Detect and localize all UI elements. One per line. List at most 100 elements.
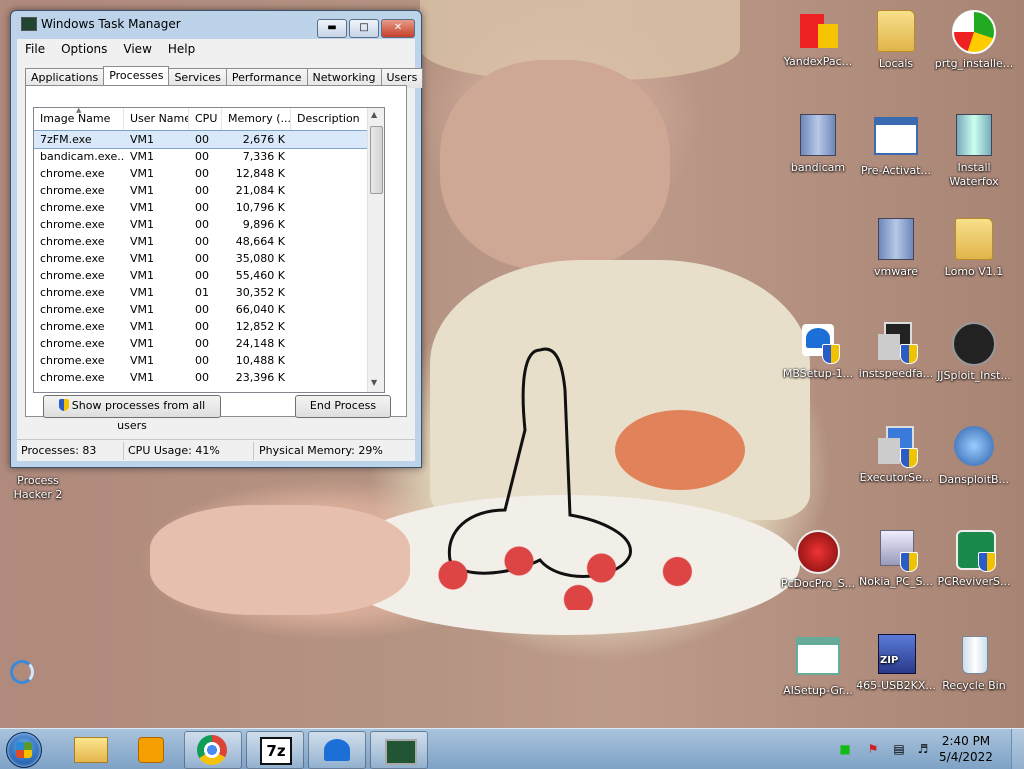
show-desktop-button[interactable] xyxy=(1011,729,1024,769)
gauge-icon xyxy=(952,10,996,54)
taskbar-explorer[interactable] xyxy=(62,731,118,767)
task-manager-window[interactable]: Windows Task Manager ▬ □ ✕ File Options Vi… xyxy=(10,10,424,468)
close-button[interactable]: ✕ xyxy=(381,19,415,38)
desktop-icon-vmware[interactable]: vmware xyxy=(856,216,936,279)
end-process-button[interactable]: End Process xyxy=(295,395,391,418)
scroll-down-icon[interactable]: ▼ xyxy=(371,378,377,387)
cell-mem: 23,396 K xyxy=(235,371,285,384)
desktop-icon-yandex[interactable]: YandexPac... xyxy=(778,8,858,69)
menu-options[interactable]: Options xyxy=(53,39,115,56)
show-all-processes-button[interactable]: Show processes from all users xyxy=(43,395,221,432)
column-memory[interactable]: Memory (... xyxy=(222,108,291,130)
folder-icon xyxy=(874,10,918,54)
start-button[interactable] xyxy=(6,732,42,768)
process-list[interactable]: Image Name ▲ User Name CPU Memory (... D… xyxy=(33,107,385,393)
cell-mem: 24,148 K xyxy=(235,337,285,350)
cell-cpu: 00 xyxy=(195,252,209,265)
wallpaper-plate xyxy=(330,495,800,635)
taskbar-chrome[interactable] xyxy=(184,731,242,769)
tray-clock[interactable]: 2:40 PM 5/4/2022 xyxy=(936,733,996,765)
cell-cpu: 00 xyxy=(195,184,209,197)
scroll-thumb[interactable] xyxy=(370,126,383,194)
table-row[interactable]: chrome.exe VM1 00 24,148 K xyxy=(34,335,384,352)
menu-view[interactable]: View xyxy=(115,39,159,56)
cell-desc xyxy=(291,352,368,369)
table-row[interactable]: 7zFM.exe VM1 00 2,676 K xyxy=(34,130,384,149)
desktop-icon-waterfox[interactable]: Install Waterfox xyxy=(934,112,1014,189)
desktop-icon-preactivat[interactable]: Pre-Activat... xyxy=(856,112,936,178)
menu-help[interactable]: Help xyxy=(160,39,203,56)
desktop-icon-lomo[interactable]: Lomo V1.1 xyxy=(934,216,1014,279)
desktop-icon-recycle-bin[interactable]: Recycle Bin xyxy=(934,632,1014,693)
table-row[interactable]: chrome.exe VM1 01 30,352 K xyxy=(34,284,384,301)
process-list-scrollbar[interactable]: ▲ ▼ xyxy=(367,108,384,392)
desktop-icon-nokia[interactable]: Nokia_PC_S... xyxy=(856,528,936,589)
desktop-icon-locals[interactable]: Locals xyxy=(856,8,936,71)
table-row[interactable]: chrome.exe VM1 00 48,664 K xyxy=(34,233,384,250)
column-user-name[interactable]: User Name xyxy=(124,108,189,130)
desktop-icon-dansploit[interactable]: DansploitB... xyxy=(934,424,1014,487)
cell-desc xyxy=(291,250,368,267)
taskbar-media-player[interactable] xyxy=(122,731,178,767)
desktop-icon-prtg[interactable]: prtg_installe... xyxy=(934,8,1014,71)
table-row[interactable]: chrome.exe VM1 00 66,040 K xyxy=(34,301,384,318)
maximize-button[interactable]: □ xyxy=(349,19,379,38)
column-description[interactable]: Description xyxy=(291,108,368,130)
desktop-icon-label: Recycle Bin xyxy=(942,679,1006,692)
cell-user: VM1 xyxy=(130,235,155,248)
cell-user: VM1 xyxy=(130,371,155,384)
desktop-icon-instspeed[interactable]: instspeedfa... xyxy=(856,320,936,381)
cell-name: chrome.exe xyxy=(40,303,105,316)
cell-cpu: 00 xyxy=(195,269,209,282)
tiger-icon xyxy=(952,426,996,470)
table-row[interactable]: chrome.exe VM1 00 10,796 K xyxy=(34,199,384,216)
taskbar-malwarebytes[interactable] xyxy=(308,731,366,769)
desktop-icon-label: instspeedfa... xyxy=(858,367,934,380)
cell-desc xyxy=(291,369,368,386)
table-row[interactable]: chrome.exe VM1 00 55,460 K xyxy=(34,267,384,284)
desktop-icon-label: prtg_installe... xyxy=(934,57,1014,70)
table-row[interactable]: chrome.exe VM1 00 21,084 K xyxy=(34,182,384,199)
table-row[interactable]: chrome.exe VM1 00 9,896 K xyxy=(34,216,384,233)
desktop-icon-mbsetup[interactable]: MBSetup-1... xyxy=(778,320,858,381)
installer-box-icon xyxy=(874,218,918,262)
table-row[interactable]: chrome.exe VM1 00 35,080 K xyxy=(34,250,384,267)
desktop-icon-bandicam[interactable]: bandicam xyxy=(778,112,858,175)
desktop-icon-jjsploit[interactable]: JJSploit_Inst... xyxy=(934,320,1014,383)
table-row[interactable]: chrome.exe VM1 00 12,852 K xyxy=(34,318,384,335)
cell-user: VM1 xyxy=(130,354,155,367)
desktop-icon-pcreviver[interactable]: PCReviverS... xyxy=(934,528,1014,589)
cell-user: VM1 xyxy=(130,201,155,214)
tray-network-icon[interactable]: ▤ xyxy=(892,742,906,756)
table-row[interactable]: chrome.exe VM1 00 23,396 K xyxy=(34,369,384,386)
scroll-up-icon[interactable]: ▲ xyxy=(371,110,377,119)
tray-action-center-icon[interactable]: ⚑ xyxy=(866,742,880,756)
7zip-label: 7z xyxy=(266,742,286,760)
desktop-icon-process-hacker[interactable]: Process Hacker 2 xyxy=(0,474,78,502)
desktop-icon-aisetup[interactable]: AISetup-Gr... xyxy=(778,632,858,698)
desktop-icon-pcdocpro[interactable]: PcDocPro_S... xyxy=(778,528,858,591)
wallpaper-orange-print xyxy=(615,410,745,490)
taskbar-7zip[interactable]: 7z xyxy=(246,731,304,769)
status-memory: Physical Memory: 29% xyxy=(259,444,383,457)
table-row[interactable]: chrome.exe VM1 00 10,488 K xyxy=(34,352,384,369)
table-row[interactable]: bandicam.exe... VM1 00 7,336 K xyxy=(34,148,384,165)
cell-user: VM1 xyxy=(130,320,155,333)
tray-network-activity-icon[interactable]: ■ xyxy=(838,742,852,756)
desktop-icon-label: AISetup-Gr... xyxy=(783,684,853,697)
minimize-icon: ▬ xyxy=(327,22,337,33)
column-cpu[interactable]: CPU xyxy=(189,108,222,130)
desktop-icon-executor[interactable]: ExecutorSe... xyxy=(856,424,936,485)
tray-volume-icon[interactable]: ♬ xyxy=(916,742,930,756)
title-bar[interactable]: Windows Task Manager ▬ □ ✕ xyxy=(11,11,421,38)
desktop-icon-label: 465-USB2KX... xyxy=(856,679,936,692)
folder-icon xyxy=(74,737,108,763)
table-row[interactable]: chrome.exe VM1 00 12,848 K xyxy=(34,165,384,182)
taskbar-task-manager[interactable] xyxy=(370,731,428,769)
menu-file[interactable]: File xyxy=(17,39,53,56)
desktop-icon-usb2kx[interactable]: ZIP 465-USB2KX... xyxy=(856,632,936,693)
minimize-button[interactable]: ▬ xyxy=(317,19,347,38)
cell-desc xyxy=(291,165,368,182)
desktop-icon-label: JJSploit_Inst... xyxy=(937,369,1011,382)
cell-mem: 48,664 K xyxy=(235,235,285,248)
